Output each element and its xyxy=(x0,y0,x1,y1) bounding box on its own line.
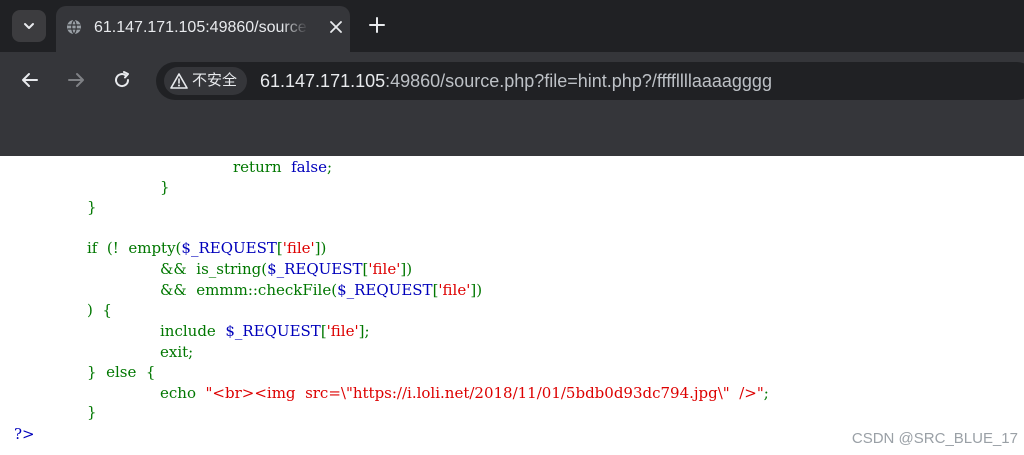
url-host: 61.147.171.105 xyxy=(260,71,386,91)
browser-toolbar: 不安全 61.147.171.105:49860/source.php?file… xyxy=(0,52,1024,156)
close-tab-button[interactable] xyxy=(326,17,346,37)
code-line: include $_REQUEST['file']; xyxy=(160,322,370,340)
tab-title: 61.147.171.105:49860/source.php?file=hin… xyxy=(94,17,308,39)
code-line: && emmm::checkFile($_REQUEST['file']) xyxy=(160,281,483,299)
security-label: 不安全 xyxy=(192,72,238,89)
code-line: exit; xyxy=(160,343,194,361)
tab-title-text: 61.147.171.105:49860/source.php?file=hin… xyxy=(94,19,308,36)
url-path: :49860/source.php?file=hint.php?/fffflll… xyxy=(385,71,772,91)
code-line: if (! empty($_REQUEST['file']) xyxy=(87,239,327,257)
code-line: } else { xyxy=(87,363,156,381)
address-bar[interactable]: 不安全 61.147.171.105:49860/source.php?file… xyxy=(156,62,1024,100)
code-line: } xyxy=(160,178,170,196)
arrow-right-icon xyxy=(68,73,84,87)
code-line: ?> xyxy=(14,425,35,443)
code-line: ) { xyxy=(87,301,112,319)
code-line: echo "<br><img src=\"https://i.loli.net/… xyxy=(160,384,769,402)
watermark-text: CSDN @SRC_BLUE_17 xyxy=(851,430,1018,447)
url-text[interactable]: 61.147.171.105:49860/source.php?file=hin… xyxy=(260,70,772,92)
active-tab[interactable]: 61.147.171.105:49860/source.php?file=hin… xyxy=(56,6,350,52)
arrow-left-icon xyxy=(22,73,38,87)
back-button[interactable] xyxy=(18,68,42,92)
plus-icon xyxy=(369,17,385,33)
new-tab-button[interactable] xyxy=(364,12,390,38)
globe-icon xyxy=(67,19,81,35)
reload-icon xyxy=(115,71,130,88)
code-line: && is_string($_REQUEST['file']) xyxy=(160,260,413,278)
code-line: } xyxy=(87,403,97,421)
reload-button[interactable] xyxy=(110,68,134,92)
chevron-down-icon xyxy=(24,23,34,29)
code-line: return false; xyxy=(233,158,333,176)
code-line: } xyxy=(87,198,97,216)
page-content: return false; } } if (! empty($_REQUEST[… xyxy=(0,156,1024,455)
tab-search-button[interactable] xyxy=(12,10,46,42)
tab-strip: 61.147.171.105:49860/source.php?file=hin… xyxy=(0,0,1024,52)
warning-icon xyxy=(170,73,188,89)
close-icon xyxy=(330,21,342,33)
forward-button[interactable] xyxy=(64,68,88,92)
security-indicator[interactable]: 不安全 xyxy=(164,67,248,95)
